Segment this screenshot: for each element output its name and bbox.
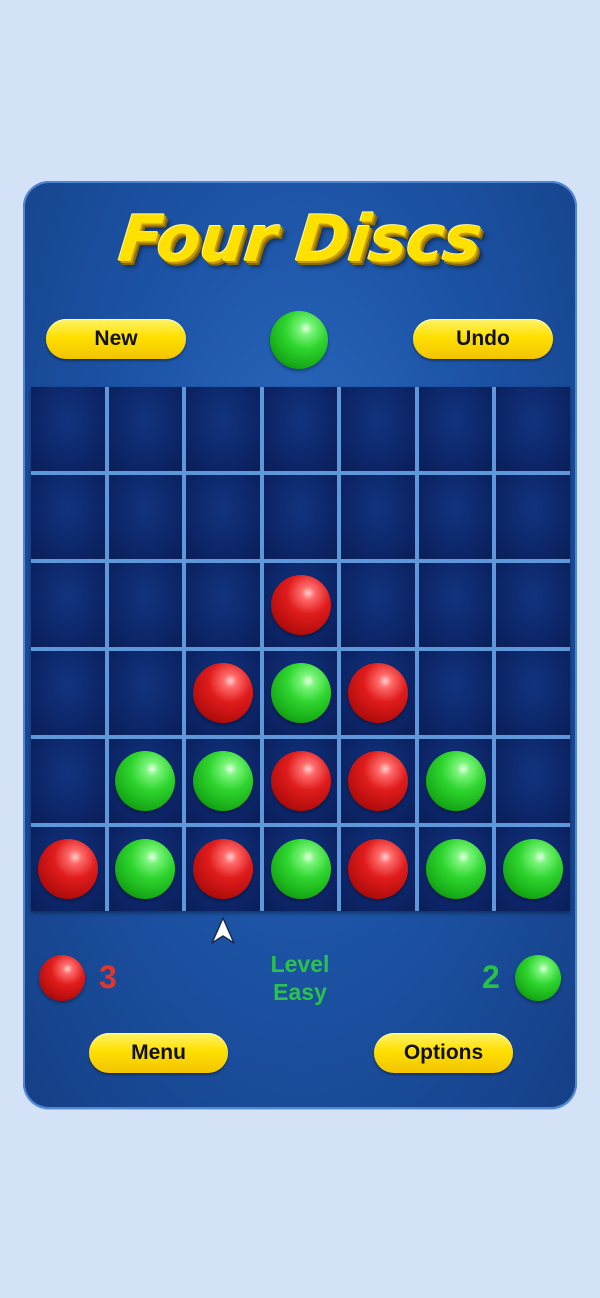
- board-cell[interactable]: [418, 475, 493, 559]
- board-cell[interactable]: [496, 651, 570, 735]
- grid-line: [31, 471, 570, 475]
- board-cell[interactable]: [496, 475, 570, 559]
- game-board[interactable]: [31, 387, 570, 911]
- green-disc: [503, 839, 564, 899]
- board-cell[interactable]: [263, 475, 338, 559]
- board-cell[interactable]: [418, 387, 493, 471]
- red-player-disc: [39, 955, 85, 1001]
- board-cell[interactable]: [108, 651, 183, 735]
- options-button[interactable]: Options: [374, 1033, 513, 1073]
- board-cell[interactable]: [108, 475, 183, 559]
- green-disc: [270, 663, 331, 723]
- red-disc: [270, 751, 331, 811]
- red-disc: [192, 663, 253, 723]
- board-cell[interactable]: [186, 563, 260, 647]
- grid-line: [31, 823, 570, 827]
- green-disc: [270, 839, 331, 899]
- board-cell[interactable]: [341, 387, 415, 471]
- level-value: Easy: [273, 979, 327, 1005]
- red-disc: [348, 839, 409, 899]
- green-score: 2: [482, 959, 500, 995]
- red-score: 3: [99, 959, 117, 995]
- green-disc: [115, 839, 176, 899]
- board-cell[interactable]: [31, 387, 105, 471]
- arrow-up-icon: [211, 917, 235, 944]
- game-panel: Four Discs New Undo 3 Level Easy 2 Menu …: [23, 181, 577, 1109]
- red-disc: [270, 575, 331, 635]
- board-cell[interactable]: [496, 387, 570, 471]
- board-cell[interactable]: [31, 563, 105, 647]
- board-cell[interactable]: [108, 563, 183, 647]
- board-cell[interactable]: [263, 387, 338, 471]
- board-cell[interactable]: [186, 475, 260, 559]
- board-cell[interactable]: [496, 739, 570, 823]
- board-cell[interactable]: [31, 475, 105, 559]
- level-label: Level: [270, 951, 330, 977]
- board-cell[interactable]: [186, 387, 260, 471]
- green-disc: [425, 751, 486, 811]
- grid-line: [31, 647, 570, 651]
- green-player-disc: [515, 955, 561, 1001]
- board-cell[interactable]: [341, 475, 415, 559]
- red-disc: [348, 751, 409, 811]
- red-disc: [348, 663, 409, 723]
- new-game-button[interactable]: New: [46, 319, 186, 359]
- grid-line: [31, 735, 570, 739]
- board-cell[interactable]: [108, 387, 183, 471]
- board-cell[interactable]: [418, 651, 493, 735]
- board-cell[interactable]: [31, 739, 105, 823]
- board-cell[interactable]: [31, 651, 105, 735]
- current-turn-disc: [270, 311, 328, 369]
- grid-line: [31, 559, 570, 563]
- red-disc: [37, 839, 98, 899]
- board-cell[interactable]: [496, 563, 570, 647]
- green-disc: [192, 751, 253, 811]
- green-disc: [115, 751, 176, 811]
- board-cell[interactable]: [341, 563, 415, 647]
- green-disc: [425, 839, 486, 899]
- undo-button[interactable]: Undo: [413, 319, 553, 359]
- red-disc: [192, 839, 253, 899]
- menu-button[interactable]: Menu: [89, 1033, 228, 1073]
- board-cell[interactable]: [418, 563, 493, 647]
- game-title: Four Discs: [115, 203, 485, 277]
